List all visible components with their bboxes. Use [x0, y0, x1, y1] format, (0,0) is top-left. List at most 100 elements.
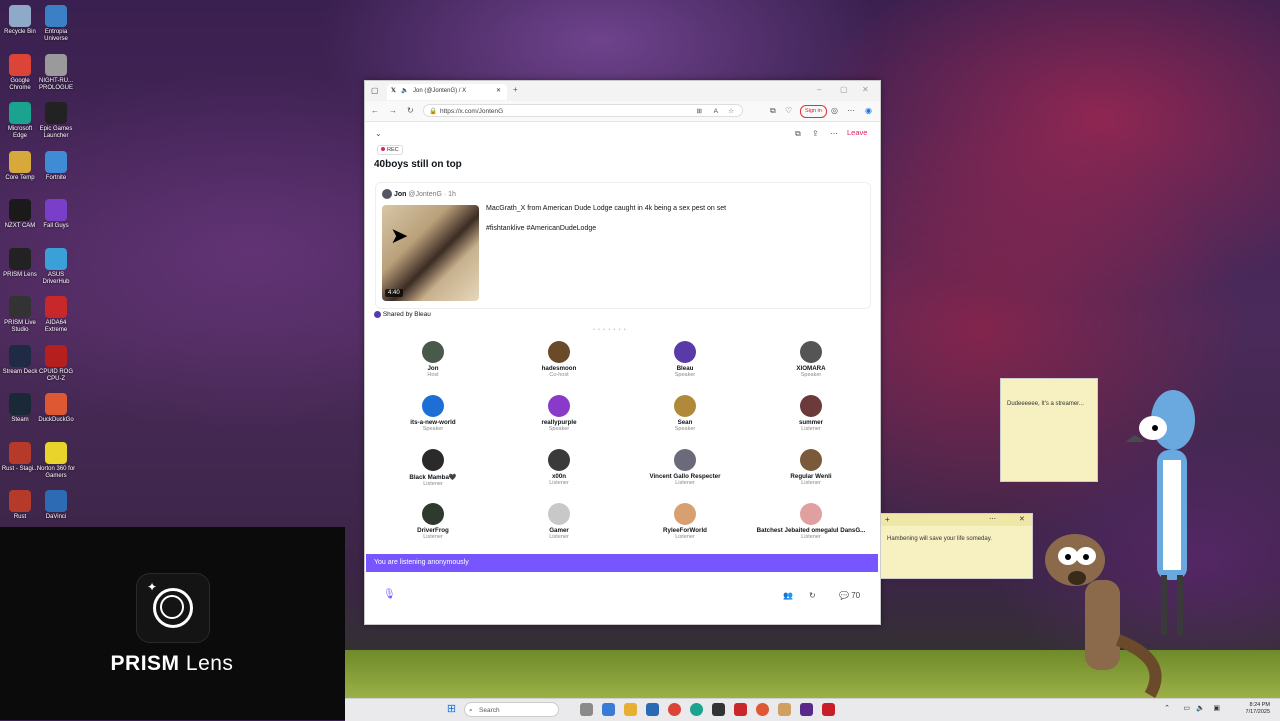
note-menu-icon[interactable]: ⋯ — [989, 515, 996, 523]
participant-role: Speaker — [674, 372, 696, 378]
favorites-icon[interactable]: ♡ — [785, 106, 792, 115]
participant[interactable]: Bleau Speaker — [622, 341, 748, 378]
desktop-icon[interactable]: Stream Deck — [0, 344, 40, 376]
task-view-icon[interactable] — [580, 703, 593, 716]
app-icon — [45, 53, 67, 76]
app-taskbar-icon-1[interactable] — [778, 703, 791, 716]
minimize-icon[interactable]: – — [817, 85, 821, 94]
desktop-icon[interactable]: ASUS DriverHub — [36, 247, 76, 286]
window-close-icon[interactable]: ✕ — [862, 85, 869, 94]
sticky-note-1[interactable]: Dudeeeeee, It's a streamer... — [1000, 378, 1098, 482]
note-close-icon[interactable]: ✕ — [1019, 515, 1025, 523]
copilot-taskbar-icon[interactable] — [602, 703, 615, 716]
app-icon — [45, 247, 67, 270]
participant[interactable]: Batchest Jebaited omegalul DansG... Liste… — [748, 503, 874, 540]
tab-close-icon[interactable]: ✕ — [496, 87, 501, 94]
participant[interactable]: RyleeForWorld Listener — [622, 503, 748, 540]
participant[interactable]: XIOMARA Speaker — [748, 341, 874, 378]
sticky-note-2[interactable]: + ⋯ ✕ Hambening will save your life some… — [880, 513, 1033, 579]
collapse-chevron-icon[interactable]: ⌄ — [375, 129, 382, 138]
desktop-icon[interactable]: Fall Guys — [36, 199, 76, 230]
aida-taskbar-icon[interactable] — [734, 703, 747, 716]
participant[interactable]: reallypurple Speaker — [496, 395, 622, 432]
split-screen-icon[interactable]: ⧉ — [770, 106, 776, 116]
back-icon[interactable]: ← — [371, 106, 379, 115]
favorite-icon[interactable]: ☆ — [728, 105, 734, 118]
participant[interactable]: x00n Listener — [496, 449, 622, 486]
participant[interactable]: its-a-new-world Speaker — [370, 395, 496, 432]
sign-in-button[interactable]: Sign in — [800, 105, 827, 118]
desktop-icon[interactable]: Norton 360 for Gamers — [36, 441, 76, 480]
taskbar-search[interactable]: ⌕ Search — [464, 702, 559, 717]
menu-icon[interactable]: ⋯ — [847, 106, 855, 115]
chrome-taskbar-icon[interactable] — [668, 703, 681, 716]
add-note-icon[interactable]: + — [885, 515, 890, 524]
reply-button[interactable]: 💬 70 — [839, 591, 860, 600]
app-icon — [9, 53, 31, 76]
post-text: MacGrath_X from American Dude Lodge caug… — [486, 205, 727, 212]
people-icon[interactable]: 👥 — [783, 591, 793, 600]
participant[interactable]: hadesmoon Co-host — [496, 341, 622, 378]
participant[interactable]: summer Listener — [748, 395, 874, 432]
url-field[interactable]: 🔒 https://x.com/JontenG ⊞ A ☆ — [423, 104, 743, 117]
desktop-icon[interactable]: Microsoft Edge — [0, 102, 40, 140]
desktop-icon[interactable]: Epic Games Launcher — [36, 102, 76, 140]
profile-icon[interactable]: ◎ — [831, 106, 838, 115]
desktop-icon[interactable]: Google Chrome — [0, 53, 40, 92]
share-icon[interactable]: ⇪ — [812, 129, 819, 138]
desktop-icon[interactable]: DuckDuckGo — [36, 393, 76, 424]
edge-taskbar-icon[interactable] — [690, 703, 703, 716]
copilot-icon[interactable]: ◉ — [865, 106, 872, 115]
start-icon[interactable]: ⊞ — [445, 703, 458, 716]
volume-icon[interactable]: 🔈 — [1196, 704, 1205, 712]
network-icon[interactable]: ▭ — [1183, 704, 1190, 712]
app-taskbar-icon-2[interactable] — [800, 703, 813, 716]
epic-taskbar-icon[interactable] — [712, 703, 725, 716]
desktop-icon[interactable]: Fortnite — [36, 150, 76, 182]
desktop-icon[interactable]: NIGHT-RU... PROLOGUE — [36, 53, 76, 92]
post-video-thumbnail[interactable]: ➤ 4:40 — [382, 205, 479, 301]
participant[interactable]: Jon Host — [370, 341, 496, 378]
desktop-icon[interactable]: NZXT CAM — [0, 199, 40, 230]
desktop-icon[interactable]: Core Temp — [0, 150, 40, 182]
duckduckgo-taskbar-icon[interactable] — [756, 703, 769, 716]
participant[interactable]: Gamer Listener — [496, 503, 622, 540]
participant[interactable]: Sean Speaker — [622, 395, 748, 432]
participant[interactable]: Vincent Gallo Respecter Listener — [622, 449, 748, 486]
participant[interactable]: Regular Wenli Listener — [748, 449, 874, 486]
show-hidden-icons[interactable]: ⌃ — [1164, 704, 1170, 712]
taskbar-clock[interactable]: 8:24 PM 7/17/2025 — [1246, 702, 1270, 716]
refresh-icon[interactable]: ↻ — [407, 106, 414, 115]
participant[interactable]: DriverFrog Listener — [370, 503, 496, 540]
desktop-icon[interactable]: Rust - Stagi... — [0, 441, 40, 473]
desktop-icon[interactable]: DaVinci — [36, 490, 76, 521]
reaction-icon[interactable]: ↻ — [809, 591, 816, 600]
participant[interactable]: Black Mamba🖤 Listener — [370, 449, 496, 487]
more-icon[interactable]: ⋯ — [830, 129, 838, 138]
desktop-icon[interactable]: CPUID ROG CPU-Z — [36, 344, 76, 383]
desktop-icon[interactable]: PRISM Live Studio — [0, 296, 40, 334]
dock-icon[interactable]: ⧉ — [795, 129, 801, 139]
store-icon[interactable] — [646, 703, 659, 716]
desktop-icon[interactable]: PRISM Lens — [0, 247, 40, 279]
leave-button[interactable]: Leave — [847, 128, 867, 137]
desktop-icon[interactable]: Recycle Bin — [0, 5, 40, 36]
desktop-icon[interactable]: Entropia Universe — [36, 5, 76, 43]
post-hashtags[interactable]: #fishtanklive #AmericanDudeLodge — [486, 225, 596, 232]
desktop-icon[interactable]: Steam — [0, 393, 40, 424]
avatar — [422, 503, 444, 525]
browser-tab[interactable]: 𝕏 🔈 Jon (@JontenG) / X ✕ — [387, 84, 507, 100]
read-aloud-icon[interactable]: A — [714, 105, 718, 118]
desktop-icon[interactable]: AIDA64 Extreme — [36, 296, 76, 334]
apps-icon[interactable]: ⊞ — [697, 105, 702, 118]
pinned-post-card[interactable]: Jon @JontenG · 1h ➤ 4:40 MacGrath_X from… — [375, 182, 871, 309]
app-taskbar-icon-3[interactable] — [822, 703, 835, 716]
sidebar-icon[interactable]: ▢ — [371, 86, 379, 95]
microphone-icon[interactable]: 🎙 — [383, 589, 396, 600]
file-explorer-icon[interactable] — [624, 703, 637, 716]
maximize-icon[interactable]: ▢ — [840, 85, 848, 94]
battery-icon[interactable]: ▣ — [1213, 704, 1220, 712]
new-tab-icon[interactable]: + — [513, 85, 518, 94]
desktop-icon[interactable]: Rust — [0, 490, 40, 521]
forward-icon[interactable]: → — [389, 106, 397, 115]
